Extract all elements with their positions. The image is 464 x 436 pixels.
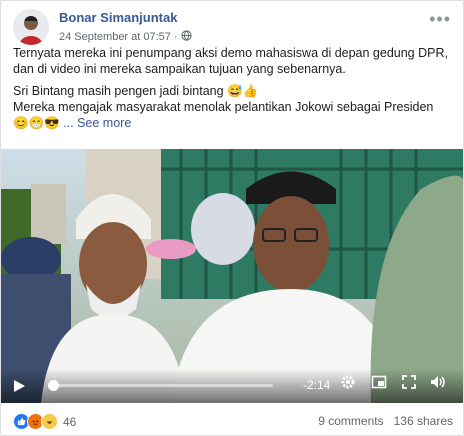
comments-count[interactable]: 9 comments bbox=[318, 414, 383, 428]
post-text: Ternyata mereka ini penumpang aksi demo … bbox=[13, 45, 451, 131]
engagement-stats: 9 comments 136 shares bbox=[318, 414, 453, 428]
emoji-group: 😊😁😎 bbox=[13, 116, 60, 130]
picture-in-picture-icon[interactable] bbox=[371, 374, 387, 394]
video-player[interactable]: -2:14 bbox=[1, 149, 463, 403]
progress-bar[interactable] bbox=[47, 380, 273, 391]
volume-icon[interactable] bbox=[429, 374, 447, 394]
play-icon[interactable] bbox=[14, 380, 25, 392]
author-avatar[interactable] bbox=[13, 9, 49, 45]
globe-icon[interactable] bbox=[180, 30, 192, 44]
post-footer: 46 9 comments 136 shares bbox=[1, 405, 463, 435]
progress-handle[interactable] bbox=[47, 380, 59, 391]
reaction-count: 46 bbox=[63, 414, 77, 429]
haha-reaction-icon bbox=[41, 413, 58, 430]
post-text-line: Ternyata mereka ini penumpang aksi demo … bbox=[13, 46, 448, 60]
reactions-summary[interactable]: 46 bbox=[13, 413, 76, 430]
settings-gear-icon[interactable] bbox=[340, 374, 356, 394]
separator: · bbox=[173, 31, 178, 43]
video-frame bbox=[1, 149, 463, 403]
fullscreen-icon[interactable] bbox=[401, 374, 417, 394]
post-meta: 24 September at 07:57 · bbox=[59, 30, 192, 44]
post-text-last-line: 😊😁😎 ... See more bbox=[13, 115, 451, 131]
post-header: Bonar Simanjuntak 24 September at 07:57 … bbox=[13, 9, 455, 45]
shares-count[interactable]: 136 shares bbox=[394, 414, 453, 428]
post-text-line: Sri Bintang masih pengen jadi bintang 😅👍 bbox=[13, 84, 259, 98]
video-controls: -2:14 bbox=[1, 369, 463, 403]
post-text-line: dan di video ini mereka sampaikan tujuan… bbox=[13, 62, 346, 76]
more-options-icon[interactable]: ••• bbox=[429, 9, 451, 30]
post-text-line: Mereka mengajak masyarakat menolak pelan… bbox=[13, 100, 434, 114]
post-card: Bonar Simanjuntak 24 September at 07:57 … bbox=[0, 0, 464, 436]
post-timestamp[interactable]: 24 September at 07:57 bbox=[59, 31, 171, 43]
author-name[interactable]: Bonar Simanjuntak bbox=[59, 10, 177, 25]
time-remaining: -2:14 bbox=[303, 378, 331, 392]
see-more-link[interactable]: ... See more bbox=[63, 116, 131, 130]
